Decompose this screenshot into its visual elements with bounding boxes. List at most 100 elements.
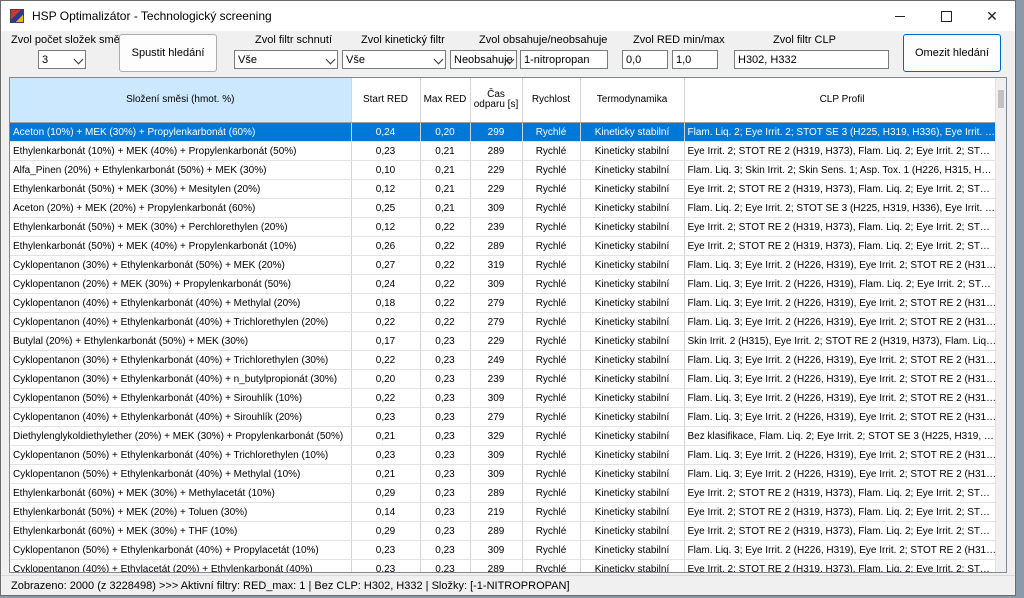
table-cell: 229: [470, 160, 523, 180]
column-header[interactable]: CLP Profil: [684, 78, 1001, 123]
table-cell: Alfa_Pinen (20%) + Ethylenkarbonát (50%)…: [10, 160, 352, 180]
table-row[interactable]: Ethylenkarbonát (60%) + MEK (30%) + Meth…: [10, 483, 1006, 503]
column-header[interactable]: Termodynamika: [580, 78, 685, 123]
drying-filter-value: Vše: [238, 53, 257, 66]
clp-filter-input[interactable]: H302, H332: [734, 50, 889, 69]
table-cell: Bez klasifikace, Flam. Liq. 2; Eye Irrit…: [684, 426, 1001, 446]
results-table: Složení směsi (hmot. %) Start RED Max RED Č…: [10, 78, 1006, 572]
contains-filter-label: Zvol obsahuje/neobsahuje: [479, 34, 608, 46]
component-count-select[interactable]: 3: [38, 50, 86, 69]
table-row[interactable]: Cyklopentanon (50%) + Ethylenkarbonát (4…: [10, 445, 1006, 465]
table-cell: Eye Irrit. 2; STOT RE 2 (H319, H373), Fl…: [684, 483, 1001, 503]
red-min-input[interactable]: 0,0: [622, 50, 668, 69]
table-row[interactable]: Cyklopentanon (40%) + Ethylenkarbonát (4…: [10, 407, 1006, 427]
table-cell: 0,27: [351, 255, 421, 275]
table-cell: 289: [470, 521, 523, 541]
table-cell: 319: [470, 255, 523, 275]
chevron-down-icon: [73, 54, 84, 65]
table-row[interactable]: Cyklopentanon (30%) + Ethylenkarbonát (4…: [10, 350, 1006, 370]
table-cell: 299: [470, 122, 523, 142]
table-cell: 0,24: [351, 274, 421, 294]
table-cell: Rychlé: [522, 236, 581, 256]
table-row[interactable]: Cyklopentanon (50%) + Ethylenkarbonát (4…: [10, 464, 1006, 484]
table-row[interactable]: Cyklopentanon (50%) + Ethylenkarbonát (4…: [10, 388, 1006, 408]
drying-filter-select[interactable]: Vše: [234, 50, 338, 69]
table-cell: 0,25: [351, 198, 421, 218]
column-header[interactable]: Čas odparu [s]: [470, 78, 523, 123]
table-cell: 0,23: [420, 331, 471, 351]
table-cell: 309: [470, 464, 523, 484]
table-row[interactable]: Cyklopentanon (20%) + MEK (30%) + Propyl…: [10, 274, 1006, 294]
chevron-down-icon: [433, 54, 444, 65]
table-row[interactable]: Aceton (10%) + MEK (30%) + Propylenkarbo…: [10, 122, 1006, 142]
table-cell: 0,17: [351, 331, 421, 351]
red-max-input[interactable]: 1,0: [672, 50, 718, 69]
table-cell: Rychlé: [522, 483, 581, 503]
table-row[interactable]: Cyklopentanon (40%) + Ethylenkarbonát (4…: [10, 312, 1006, 332]
table-row[interactable]: Cyklopentanon (50%) + Ethylenkarbonát (4…: [10, 540, 1006, 560]
table-cell: Diethylenglykoldiethylether (20%) + MEK …: [10, 426, 352, 446]
minimize-button[interactable]: [877, 1, 923, 31]
maximize-button[interactable]: [923, 1, 969, 31]
results-grid[interactable]: Složení směsi (hmot. %) Start RED Max RED Č…: [9, 77, 1007, 573]
table-row[interactable]: Ethylenkarbonát (50%) + MEK (30%) + Mesi…: [10, 179, 1006, 199]
close-button[interactable]: ✕: [969, 1, 1015, 31]
table-cell: Flam. Liq. 3; Eye Irrit. 2 (H226, H319),…: [684, 274, 1001, 294]
table-row[interactable]: Aceton (20%) + MEK (20%) + Propylenkarbo…: [10, 198, 1006, 218]
table-cell: 0,23: [351, 407, 421, 427]
table-cell: Rychlé: [522, 464, 581, 484]
column-header[interactable]: Start RED: [351, 78, 421, 123]
table-cell: 0,21: [420, 141, 471, 161]
table-cell: 0,10: [351, 160, 421, 180]
table-cell: Kineticky stabilní: [580, 236, 685, 256]
table-row[interactable]: Cyklopentanon (40%) + Ethylacetát (20%) …: [10, 559, 1006, 572]
table-cell: Kineticky stabilní: [580, 350, 685, 370]
table-cell: 329: [470, 426, 523, 446]
scrollbar-thumb[interactable]: [998, 90, 1004, 108]
contains-component-input[interactable]: 1-nitropropan: [520, 50, 608, 69]
table-row[interactable]: Ethylenkarbonát (50%) + MEK (30%) + Perc…: [10, 217, 1006, 237]
table-cell: Rychlé: [522, 540, 581, 560]
table-row[interactable]: Ethylenkarbonát (50%) + MEK (40%) + Prop…: [10, 236, 1006, 256]
table-cell: Eye Irrit. 2; STOT RE 2 (H319, H373), Fl…: [684, 559, 1001, 572]
table-cell: Rychlé: [522, 293, 581, 313]
table-cell: 0,23: [420, 559, 471, 572]
table-row[interactable]: Alfa_Pinen (20%) + Ethylenkarbonát (50%)…: [10, 160, 1006, 180]
column-header[interactable]: Složení směsi (hmot. %): [10, 78, 352, 123]
table-cell: 0,12: [351, 217, 421, 237]
table-cell: Cyklopentanon (30%) + Ethylenkarbonát (4…: [10, 369, 352, 389]
clp-filter-label: Zvol filtr CLP: [773, 34, 836, 46]
table-cell: Flam. Liq. 3; Eye Irrit. 2 (H226, H319),…: [684, 312, 1001, 332]
table-cell: 279: [470, 407, 523, 427]
table-cell: Ethylenkarbonát (50%) + MEK (30%) + Mesi…: [10, 179, 352, 199]
table-cell: 309: [470, 388, 523, 408]
start-search-button[interactable]: Spustit hledání: [119, 34, 217, 72]
table-row[interactable]: Diethylenglykoldiethylether (20%) + MEK …: [10, 426, 1006, 446]
kinetic-filter-select[interactable]: Vše: [342, 50, 446, 69]
table-cell: 0,23: [351, 559, 421, 572]
table-row[interactable]: Ethylenkarbonát (10%) + MEK (40%) + Prop…: [10, 141, 1006, 161]
table-cell: 0,23: [420, 540, 471, 560]
table-cell: Rychlé: [522, 502, 581, 522]
column-header[interactable]: Rychlost: [522, 78, 581, 123]
table-cell: 0,23: [420, 426, 471, 446]
table-row[interactable]: Cyklopentanon (30%) + Ethylenkarbonát (4…: [10, 369, 1006, 389]
table-row[interactable]: Ethylenkarbonát (60%) + MEK (30%) + THF …: [10, 521, 1006, 541]
table-row[interactable]: Ethylenkarbonát (50%) + MEK (20%) + Tolu…: [10, 502, 1006, 522]
table-cell: Kineticky stabilní: [580, 122, 685, 142]
table-row[interactable]: Cyklopentanon (40%) + Ethylenkarbonát (4…: [10, 293, 1006, 313]
table-cell: Eye Irrit. 2; STOT RE 2 (H319, H373), Fl…: [684, 141, 1001, 161]
table-cell: Rychlé: [522, 407, 581, 427]
contains-mode-select[interactable]: Neobsahuje: [450, 50, 517, 69]
table-row[interactable]: Cyklopentanon (30%) + Ethylenkarbonát (5…: [10, 255, 1006, 275]
table-cell: 0,23: [420, 483, 471, 503]
table-cell: Rychlé: [522, 559, 581, 572]
column-header[interactable]: Max RED: [420, 78, 471, 123]
limit-search-button[interactable]: Omezit hledání: [903, 34, 1001, 72]
title-bar: HSP Optimalizátor - Technologický screen…: [1, 1, 1015, 31]
table-cell: 309: [470, 540, 523, 560]
vertical-scrollbar[interactable]: [995, 78, 1006, 572]
table-cell: 289: [470, 236, 523, 256]
table-row[interactable]: Butylal (20%) + Ethylenkarbonát (50%) + …: [10, 331, 1006, 351]
table-cell: 0,22: [351, 350, 421, 370]
